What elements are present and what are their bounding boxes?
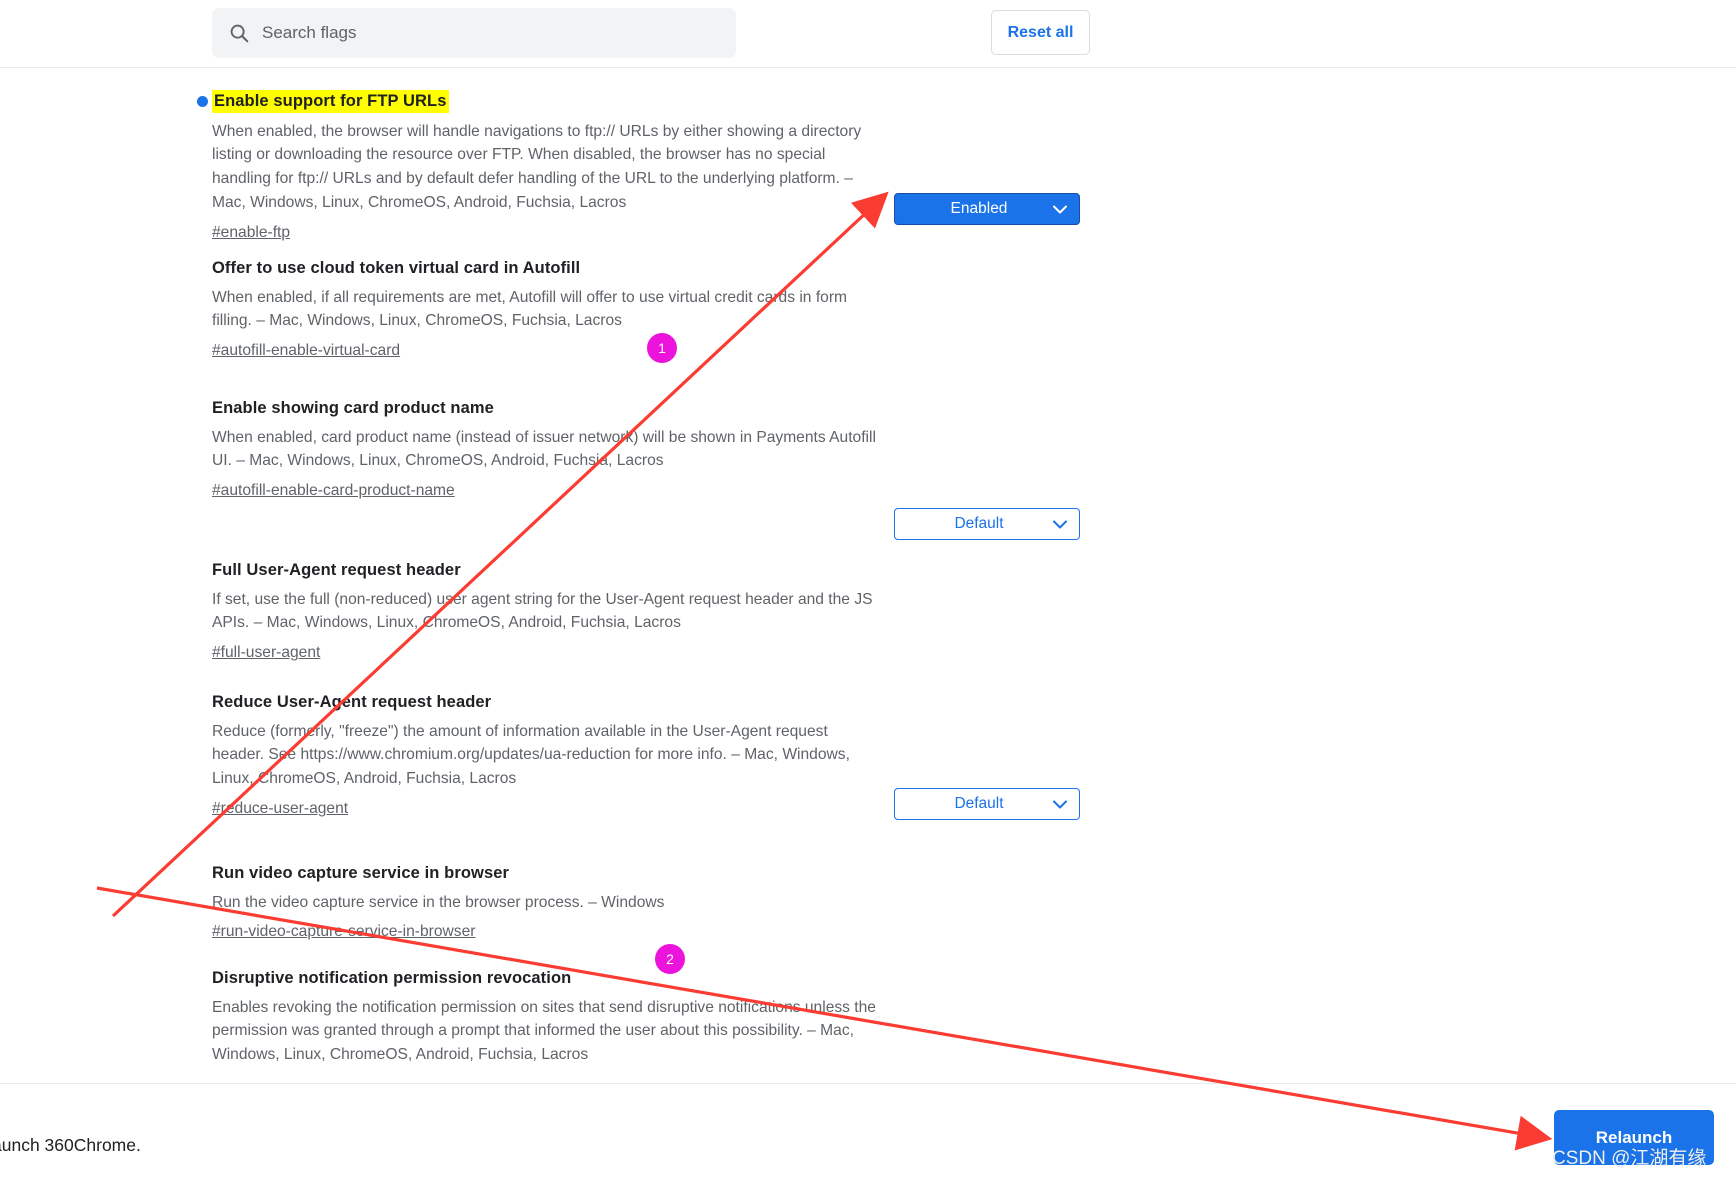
flag-text-block: Run video capture service in browser Run … [212,863,877,944]
search-input[interactable] [262,23,692,43]
flag-description: When enabled, the browser will handle na… [212,122,862,212]
flag-state-value: Default [954,515,1004,532]
flag-description: Run the video capture service in the bro… [212,893,665,911]
flag-state-value: Default [954,795,1004,812]
flags-toolbar: Reset all [0,0,1736,68]
flag-permalink[interactable]: #autofill-enable-virtual-card [212,339,400,362]
flag-text-block: Enable support for FTP URLs When enabled,… [197,90,877,244]
flag-state-select[interactable]: Default [894,788,1080,820]
flag-permalink[interactable]: #run-video-capture-service-in-browser [212,920,475,943]
flag-title: Run video capture service in browser [212,864,510,882]
flag-text-block: Full User-Agent request header If set, us… [212,560,877,665]
flag-description: When enabled, card product name (instead… [212,428,876,470]
flag-title: Full User-Agent request header [212,561,461,579]
chevron-down-icon [1049,205,1071,214]
flag-state-select[interactable]: Default [894,508,1080,540]
search-icon [228,22,250,44]
flag-title: Reduce User-Agent request header [212,693,492,711]
flag-description: When enabled, if all requirements are me… [212,288,848,330]
flag-text-block: Disruptive notification permission revoc… [212,968,877,1073]
flag-title: Enable support for FTP URLs [212,90,449,113]
flag-text-block: Reduce User-Agent request header Reduce (… [212,692,877,821]
annotation-badge-2: 2 [655,944,685,974]
flag-state-value: Enabled [950,200,1008,217]
flag-permalink[interactable]: #reduce-user-agent [212,797,348,820]
chevron-down-icon [1049,520,1071,529]
flag-text-block: Offer to use cloud token virtual card in… [212,258,877,363]
relaunch-footer [0,1083,1736,1177]
flag-title: Offer to use cloud token virtual card in… [212,259,581,277]
flags-list: Enable support for FTP URLs When enabled,… [0,68,1736,1078]
flag-modified-dot-icon [197,96,208,107]
flag-title: Enable showing card product name [212,399,494,417]
flag-description: Reduce (formerly, "freeze") the amount o… [212,722,850,788]
flag-title: Disruptive notification permission revoc… [212,969,572,987]
chevron-down-icon [1049,800,1071,809]
flag-permalink[interactable]: #autofill-enable-card-product-name [212,479,455,502]
chrome-flags-page: Reset all Enable support for FTP URLs Whe… [0,0,1736,1177]
flag-permalink[interactable]: #full-user-agent [212,641,320,664]
annotation-badge-1: 1 [647,333,677,363]
flag-text-block: Enable showing card product name When ena… [212,398,877,503]
relaunch-note: aunch 360Chrome. [0,1135,141,1155]
flag-description: Enables revoking the notification permis… [212,998,876,1064]
search-box[interactable] [212,8,736,58]
flag-state-select[interactable]: Enabled [894,193,1080,225]
reset-all-button[interactable]: Reset all [991,10,1090,55]
flag-permalink[interactable]: #enable-ftp [212,221,290,244]
csdn-watermark: CSDN @江湖有缘 [1552,1148,1707,1169]
flag-description: If set, use the full (non-reduced) user … [212,590,873,632]
